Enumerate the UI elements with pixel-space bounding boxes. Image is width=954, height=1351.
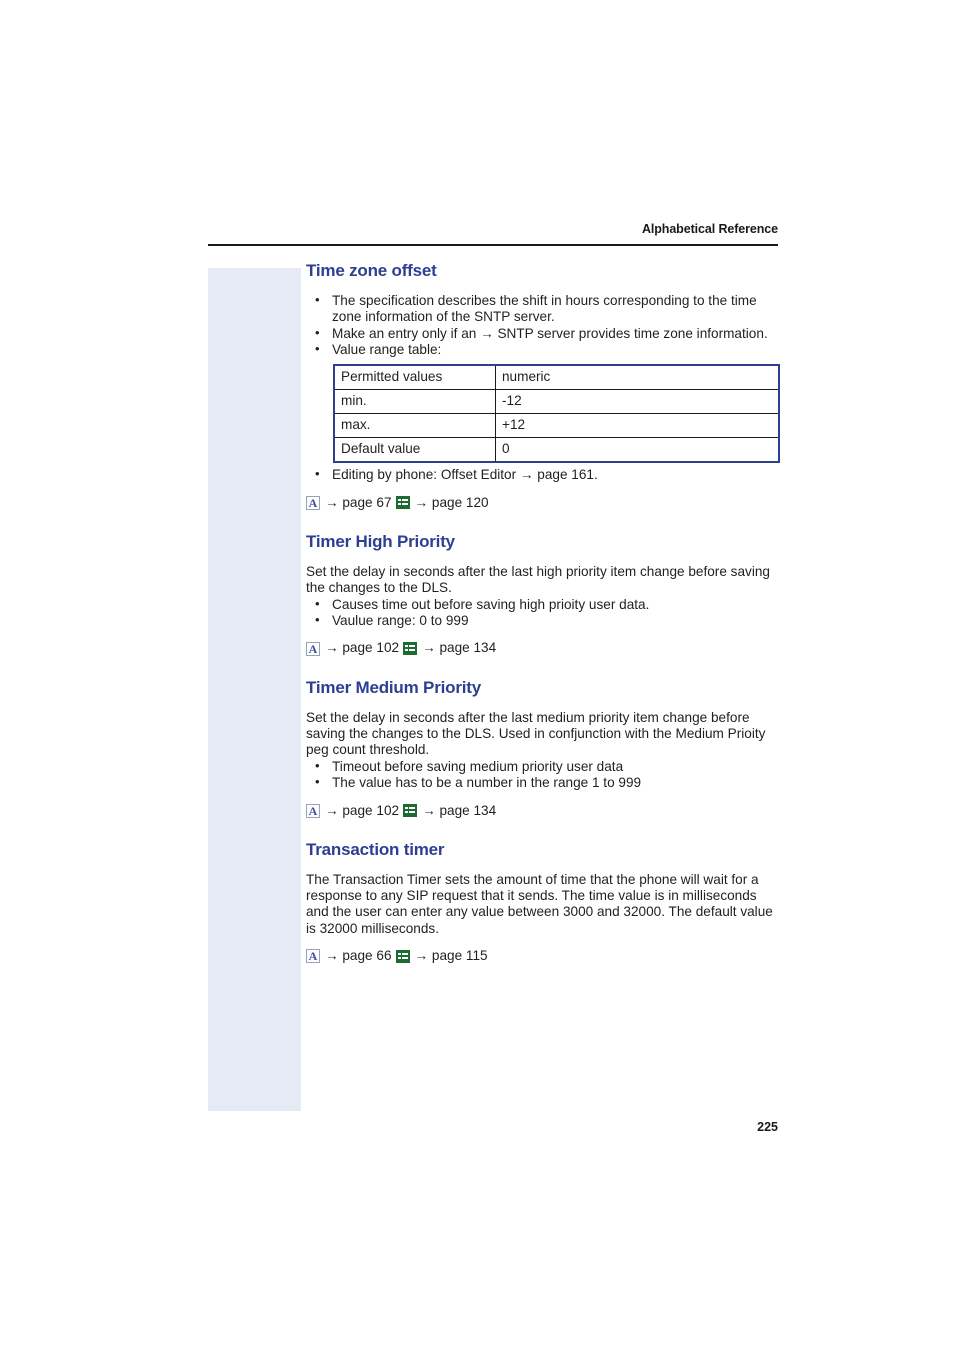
section-transaction-timer: Transaction timer The Transaction Timer …	[306, 839, 778, 965]
cross-reference-line: A → page 67 → page 120	[306, 495, 778, 511]
xref-second-link[interactable]: → page 134	[422, 640, 496, 656]
running-header: Alphabetical Reference	[641, 222, 778, 236]
table-cell-value: -12	[495, 389, 780, 415]
section-title: Timer Medium Priority	[306, 677, 481, 697]
section-title: Timer High Priority	[306, 532, 455, 552]
bullet-list: Causes time out before saving high prioi…	[306, 596, 778, 630]
letter-a-icon: A	[306, 949, 320, 964]
section-time-zone-offset: Time zone offset The specification descr…	[306, 261, 780, 511]
xref-second-link[interactable]: → page 115	[415, 948, 488, 964]
section-timer-high-priority: Timer High Priority Set the delay in sec…	[306, 532, 778, 657]
table-cell-label: min.	[333, 389, 496, 415]
list-item: Vaulue range: 0 to 999	[306, 612, 778, 629]
cross-reference-line: A → page 66 → page 115	[306, 948, 778, 964]
section-paragraph: Set the delay in seconds after the last …	[306, 709, 766, 758]
header-rule	[208, 244, 778, 246]
value-range-table: Permitted values numeric min. -12 max. +…	[333, 364, 780, 464]
table-row: max. +12	[333, 413, 780, 439]
cross-reference-line: A → page 102 → page 134	[306, 640, 778, 656]
letter-a-icon: A	[306, 641, 320, 656]
list-item: The specification describes the shift in…	[306, 292, 778, 326]
table-cell-label: max.	[333, 413, 496, 439]
table-cell-value: 0	[495, 437, 780, 464]
list-item: Make an entry only if an → SNTP server p…	[306, 324, 778, 342]
table-cell-label: Default value	[333, 437, 496, 464]
section-paragraph: The Transaction Timer sets the amount of…	[306, 871, 773, 936]
table-cell-value: numeric	[495, 364, 780, 391]
table-row: Permitted values numeric	[333, 364, 780, 391]
left-margin-bar	[208, 268, 301, 1111]
letter-a-icon: A	[306, 495, 320, 510]
bullet-list: The specification describes the shift in…	[306, 292, 778, 359]
section-paragraph: Set the delay in seconds after the last …	[306, 563, 770, 596]
list-form-icon	[403, 642, 418, 656]
list-form-icon	[395, 949, 410, 963]
page-number: 225	[757, 1120, 778, 1134]
section-title: Time zone offset	[306, 261, 437, 280]
cross-reference-line: A → page 102 → page 134	[306, 803, 778, 819]
table-cell-label: Permitted values	[333, 364, 496, 391]
list-form-icon	[395, 496, 410, 510]
list-item: Editing by phone: Offset Editor → page 1…	[306, 466, 778, 483]
bullet-list-after-table: Editing by phone: Offset Editor → page 1…	[306, 466, 778, 483]
table-cell-value: +12	[495, 413, 780, 439]
list-item: Timeout before saving medium priority us…	[306, 758, 778, 775]
xref-first-link[interactable]: → page 67	[325, 495, 392, 511]
list-item: The value has to be a number in the rang…	[306, 774, 778, 791]
xref-first-link[interactable]: → page 102	[325, 803, 399, 819]
content-column: Time zone offset The specification descr…	[306, 261, 780, 965]
letter-a-icon: A	[306, 803, 320, 818]
section-title: Transaction timer	[306, 839, 445, 859]
list-form-icon	[403, 804, 418, 818]
list-item: Causes time out before saving high prioi…	[306, 596, 778, 613]
section-timer-medium-priority: Timer Medium Priority Set the delay in s…	[306, 677, 778, 819]
list-item: Value range table:	[306, 341, 778, 358]
xref-first-link[interactable]: → page 102	[325, 640, 399, 656]
xref-first-link[interactable]: → page 66	[325, 948, 392, 964]
bullet-list: Timeout before saving medium priority us…	[306, 758, 778, 792]
xref-second-link[interactable]: → page 120	[415, 495, 489, 511]
table-row: min. -12	[333, 389, 780, 415]
document-page: Alphabetical Reference Time zone offset …	[0, 0, 954, 1351]
xref-second-link[interactable]: → page 134	[422, 803, 496, 819]
table-row: Default value 0	[333, 437, 780, 464]
